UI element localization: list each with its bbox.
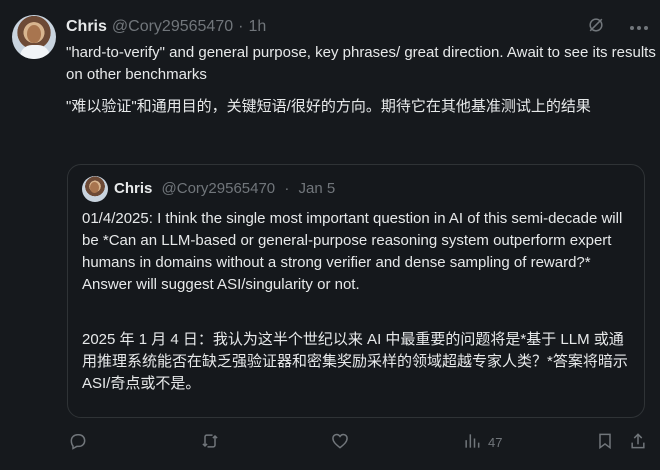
quoted-text-english: 01/4/2025: I think the single most impor… (82, 210, 623, 293)
avatar-shirt (20, 45, 50, 59)
heart-icon (330, 431, 350, 454)
like-button[interactable] (330, 431, 350, 454)
share-button[interactable] (628, 431, 648, 454)
views-button[interactable]: 47 (462, 431, 502, 454)
tweet-text-chinese: "难以验证"和通用目的，关键短语/很好的方向。期待它在其他基准测试上的结果 (66, 98, 591, 115)
quoted-separator-dot: · (284, 180, 290, 197)
views-count: 47 (488, 434, 503, 450)
grok-icon[interactable] (586, 15, 606, 40)
reply-button[interactable] (68, 431, 88, 454)
retweet-button[interactable] (200, 431, 220, 454)
author-name[interactable]: Chris (66, 17, 107, 37)
quoted-time[interactable]: Jan 5 (299, 180, 336, 197)
tweet-actions: 47 (68, 430, 645, 454)
more-dot (637, 25, 641, 30)
author-handle[interactable]: @Cory29565470 (112, 17, 233, 37)
tweet[interactable]: Chris @Cory29565470 · 1h "hard-to-verify… (0, 0, 660, 470)
quoted-header: Chris @Cory29565470 · Jan 5 (114, 179, 335, 199)
reply-icon (68, 431, 88, 454)
avatar[interactable] (12, 15, 56, 59)
retweet-icon (200, 431, 220, 454)
quoted-avatar[interactable] (82, 176, 108, 202)
bookmark-icon (595, 431, 615, 454)
quoted-author-handle[interactable]: @Cory29565470 (162, 180, 276, 197)
quoted-text-chinese: 2025 年 1 月 4 日：我认为这半个世纪以来 AI 中最重要的问题将是*基… (82, 331, 628, 392)
tweet-header: Chris @Cory29565470 · 1h (66, 16, 648, 38)
quoted-tweet[interactable]: Chris @Cory29565470 · Jan 5 01/4/2025: I… (67, 164, 645, 418)
quoted-avatar-face (90, 182, 99, 193)
more-dot (630, 25, 634, 30)
tweet-top-actions (586, 15, 648, 40)
separator-dot: · (238, 18, 244, 35)
bookmark-button[interactable] (595, 431, 615, 454)
more-dot (644, 25, 648, 30)
share-icon (628, 431, 648, 454)
quoted-author-name[interactable]: Chris (114, 180, 152, 197)
more-icon[interactable] (630, 18, 648, 38)
avatar-face (27, 25, 41, 43)
views-icon (462, 431, 482, 454)
tweet-text-english: "hard-to-verify" and general purpose, ke… (66, 44, 656, 83)
tweet-time[interactable]: 1h (248, 17, 266, 37)
